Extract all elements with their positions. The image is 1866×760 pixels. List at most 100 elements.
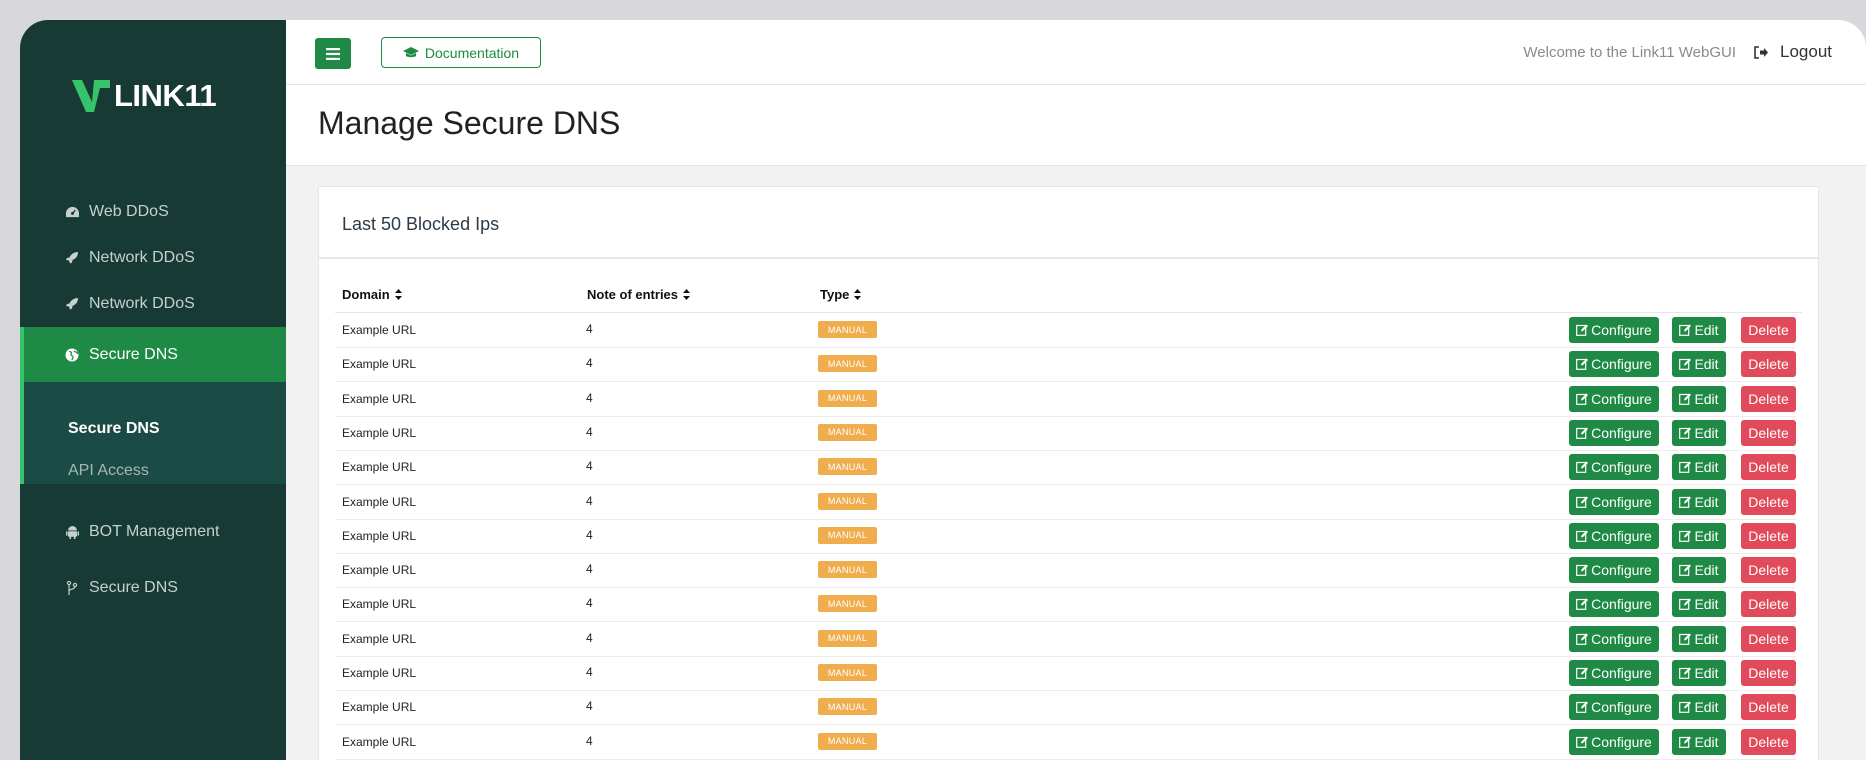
- submenu-item-api-access[interactable]: API Access: [68, 462, 149, 480]
- edit-icon: [1679, 633, 1692, 645]
- edit-icon: [1679, 358, 1692, 371]
- edit-icon: [1679, 736, 1692, 748]
- delete-button[interactable]: Delete: [1741, 557, 1796, 584]
- logout-label: Logout: [1780, 42, 1832, 61]
- configure-button[interactable]: Configure: [1569, 625, 1659, 652]
- edit-button[interactable]: Edit: [1672, 694, 1726, 721]
- edit-button[interactable]: Edit: [1672, 660, 1726, 686]
- cell-domain: Example URL: [342, 357, 417, 372]
- table-row: Example URL 4 MANUAL Configure Edit Delete: [335, 450, 1796, 486]
- delete-button[interactable]: Delete: [1741, 419, 1796, 446]
- documentation-button[interactable]: Documentation: [381, 37, 541, 68]
- logo[interactable]: LINK11: [72, 78, 217, 114]
- column-header-note-of-entries[interactable]: Note of entries: [587, 287, 691, 302]
- topbar: Documentation Welcome to the Link11 WebG…: [286, 20, 1866, 85]
- configure-button[interactable]: Configure: [1569, 454, 1659, 481]
- type-badge: MANUAL: [818, 698, 877, 716]
- table-row: Example URL 4 MANUAL Configure Edit Delete: [335, 519, 1796, 554]
- cell-note-of-entries: 4: [586, 424, 593, 439]
- cell-domain: Example URL: [342, 563, 417, 578]
- cell-domain: Example URL: [342, 391, 417, 406]
- column-header-type[interactable]: Type: [820, 287, 862, 302]
- delete-button[interactable]: Delete: [1741, 454, 1796, 481]
- sidebar-item-secure-dns[interactable]: Secure DNS: [20, 327, 286, 383]
- delete-button[interactable]: Delete: [1741, 660, 1796, 686]
- edit-icon: [1576, 633, 1589, 645]
- sidebar-item-label: Network DDoS: [89, 295, 195, 312]
- configure-button[interactable]: Configure: [1569, 488, 1659, 515]
- delete-button[interactable]: Delete: [1741, 317, 1796, 343]
- table-row: Example URL 4 MANUAL Configure Edit Delete: [335, 725, 1796, 760]
- cell-domain: Example URL: [342, 666, 417, 680]
- globe-icon: [64, 347, 80, 363]
- edit-button[interactable]: Edit: [1672, 454, 1726, 481]
- configure-button[interactable]: Configure: [1569, 728, 1659, 755]
- cell-domain: Example URL: [342, 734, 417, 749]
- sidebar-item-label: Web DDoS: [89, 203, 169, 220]
- configure-button[interactable]: Configure: [1569, 317, 1659, 343]
- configure-button[interactable]: Configure: [1569, 385, 1659, 412]
- edit-button[interactable]: Edit: [1672, 351, 1726, 378]
- configure-button[interactable]: Configure: [1569, 660, 1659, 686]
- edit-button[interactable]: Edit: [1672, 591, 1726, 618]
- edit-button[interactable]: Edit: [1672, 522, 1726, 549]
- submenu-item-secure-dns[interactable]: Secure DNS: [68, 420, 160, 438]
- sidebar: LINK11 Web DDoS Network DDoS Network DDo…: [20, 20, 286, 760]
- cell-domain: Example URL: [342, 323, 417, 337]
- edit-button[interactable]: Edit: [1672, 625, 1726, 652]
- table-row: Example URL 4 MANUAL Configure Edit Delete: [335, 416, 1796, 451]
- cell-note-of-entries: 4: [586, 699, 593, 714]
- edit-button[interactable]: Edit: [1672, 385, 1726, 412]
- cell-note-of-entries: 4: [586, 733, 593, 748]
- delete-button[interactable]: Delete: [1741, 488, 1796, 515]
- edit-icon: [1679, 598, 1692, 611]
- blocked-ips-card: Last 50 Blocked Ips Domain Note of entri…: [318, 186, 1819, 760]
- edit-button[interactable]: Edit: [1672, 419, 1726, 446]
- delete-button[interactable]: Delete: [1741, 385, 1796, 412]
- column-header-domain[interactable]: Domain: [342, 287, 402, 302]
- type-badge: MANUAL: [818, 492, 877, 510]
- sidebar-item-label: Network DDoS: [89, 249, 195, 266]
- delete-button[interactable]: Delete: [1741, 351, 1796, 378]
- rocket-icon: [64, 250, 80, 266]
- edit-button[interactable]: Edit: [1672, 728, 1726, 755]
- logout-button[interactable]: Logout: [1754, 42, 1832, 62]
- sidebar-item-network-ddos-2[interactable]: Network DDoS: [20, 276, 286, 332]
- edit-icon: [1576, 358, 1589, 371]
- sidebar-item-label: Secure DNS: [89, 579, 178, 596]
- sort-icon: [854, 289, 862, 300]
- edit-icon: [1576, 324, 1589, 336]
- delete-button[interactable]: Delete: [1741, 694, 1796, 721]
- cell-note-of-entries: 4: [586, 459, 593, 474]
- cell-note-of-entries: 4: [586, 562, 593, 577]
- cell-note-of-entries: 4: [586, 322, 593, 336]
- edit-button[interactable]: Edit: [1672, 317, 1726, 343]
- delete-button[interactable]: Delete: [1741, 625, 1796, 652]
- configure-button[interactable]: Configure: [1569, 557, 1659, 584]
- edit-button[interactable]: Edit: [1672, 557, 1726, 584]
- card-title: Last 50 Blocked Ips: [342, 214, 500, 234]
- configure-button[interactable]: Configure: [1569, 694, 1659, 721]
- cell-domain: Example URL: [342, 597, 417, 612]
- configure-button[interactable]: Configure: [1569, 591, 1659, 618]
- cell-domain: Example URL: [342, 700, 417, 715]
- sidebar-item-secure-dns-2[interactable]: Secure DNS: [20, 560, 286, 616]
- edit-button[interactable]: Edit: [1672, 488, 1726, 515]
- configure-button[interactable]: Configure: [1569, 522, 1659, 549]
- table-row: Example URL 4 MANUAL Configure Edit Delete: [335, 656, 1796, 691]
- edit-icon: [1576, 667, 1589, 679]
- sidebar-item-bot-management[interactable]: BOT Management: [20, 504, 286, 560]
- type-badge: MANUAL: [818, 458, 877, 476]
- cell-domain: Example URL: [342, 494, 417, 509]
- menu-toggle-button[interactable]: [315, 38, 351, 69]
- cell-note-of-entries: 4: [586, 493, 593, 508]
- delete-button[interactable]: Delete: [1741, 522, 1796, 549]
- edit-icon: [1679, 496, 1692, 508]
- delete-button[interactable]: Delete: [1741, 728, 1796, 755]
- edit-icon: [1576, 530, 1589, 542]
- delete-button[interactable]: Delete: [1741, 591, 1796, 618]
- edit-icon: [1576, 393, 1589, 405]
- configure-button[interactable]: Configure: [1569, 419, 1659, 446]
- edit-icon: [1679, 530, 1692, 542]
- configure-button[interactable]: Configure: [1569, 351, 1659, 378]
